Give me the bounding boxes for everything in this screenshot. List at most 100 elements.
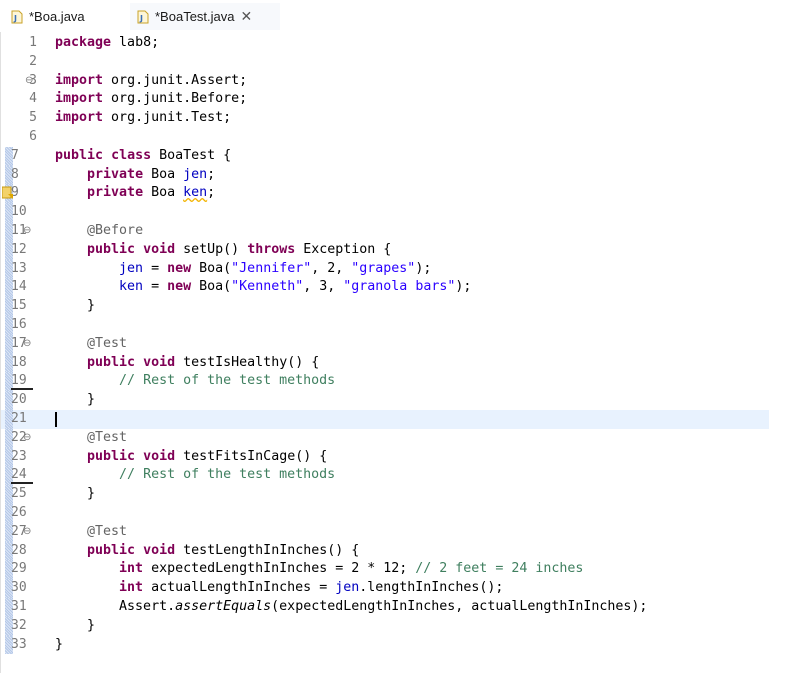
- code-line[interactable]: 9 private Boa ken;: [1, 184, 769, 204]
- code-token: ;: [207, 166, 216, 182]
- code-line[interactable]: 11 ⊖ @Before: [1, 222, 769, 241]
- close-icon[interactable]: ✕: [241, 9, 253, 25]
- code-line[interactable]: 19 // Rest of the test methods: [1, 372, 769, 392]
- code-text: }: [55, 297, 95, 316]
- code-token: );: [415, 260, 432, 276]
- collapse-icon[interactable]: ⊖: [23, 335, 31, 354]
- code-text: private Boa ken;: [55, 184, 215, 203]
- collapse-icon[interactable]: ⊖: [23, 523, 31, 542]
- code-line[interactable]: 22 ⊖ @Test: [1, 428, 769, 448]
- code-line[interactable]: 3 ⊖ import org.junit.Assert;: [1, 72, 769, 91]
- code-line[interactable]: 26: [1, 504, 769, 523]
- line-number: 16: [11, 317, 27, 332]
- collapse-icon[interactable]: ⊖: [25, 72, 33, 91]
- code-line[interactable]: 1 package lab8;: [1, 34, 769, 53]
- code-line[interactable]: 30 int actualLengthInInches = jen.length…: [1, 579, 769, 598]
- code-line[interactable]: 14 ken = new Boa("Kenneth", 3, "granola …: [1, 278, 769, 298]
- code-token: void: [143, 241, 176, 257]
- code-line[interactable]: 10: [1, 203, 769, 222]
- code-token: Boa: [143, 166, 184, 182]
- code-line[interactable]: 27 ⊖ @Test: [1, 522, 769, 542]
- code-line[interactable]: 31 Assert.assertEquals(expectedLengthInI…: [1, 598, 769, 617]
- code-token: ken: [183, 185, 208, 201]
- code-line[interactable]: 20 }: [1, 391, 769, 410]
- warning-marker-icon[interactable]: [1, 186, 14, 200]
- line-number: 2: [29, 53, 37, 69]
- code-text: public void testLengthInInches() {: [55, 542, 359, 561]
- line-number: 26: [11, 505, 27, 520]
- code-token: }: [55, 617, 96, 633]
- code-token: // Rest of the test methods: [119, 373, 336, 389]
- code-token: import: [55, 110, 104, 126]
- code-line[interactable]: 7 public class BoaTest {: [1, 146, 769, 166]
- code-token: setUp(): [175, 241, 248, 257]
- code-token: class: [111, 147, 152, 163]
- tab-boa-java[interactable]: J *Boa.java: [4, 3, 108, 30]
- line-number: 30: [11, 580, 27, 596]
- line-number: 7: [11, 147, 19, 163]
- code-token: (expectedLengthInInches, actualLengthInI…: [271, 599, 648, 614]
- code-token: , 3,: [303, 279, 344, 295]
- java-file-icon: J: [10, 10, 24, 24]
- code-line[interactable]: 2: [1, 53, 769, 72]
- line-number: 8: [11, 166, 19, 182]
- code-text: @Before: [55, 222, 143, 241]
- code-token: "Kenneth": [231, 279, 304, 295]
- editor-tab-bar: J *Boa.java J *BoaTest.java ✕: [0, 0, 810, 32]
- code-token: ;: [207, 185, 216, 201]
- line-number: 19: [11, 372, 33, 391]
- collapse-icon[interactable]: ⊖: [23, 222, 31, 241]
- code-editor[interactable]: 1 package lab8; 2 3 ⊖ import org.junit.Assert…: [0, 32, 801, 673]
- code-line[interactable]: 6: [1, 128, 769, 147]
- code-line[interactable]: 21: [1, 410, 769, 429]
- collapse-icon[interactable]: ⊖: [23, 429, 31, 448]
- code-token: assertEquals: [175, 599, 272, 614]
- code-text: @Test: [55, 335, 127, 354]
- code-line[interactable]: 12 public void setUp() throws Exception …: [1, 240, 769, 260]
- code-token: // 2 feet = 24 inches: [415, 561, 584, 577]
- code-text: jen = new Boa("Jennifer", 2, "grapes");: [55, 260, 431, 279]
- code-token: @Test: [87, 523, 128, 539]
- code-line[interactable]: 8 private Boa jen;: [1, 165, 769, 185]
- code-line[interactable]: 16: [1, 316, 769, 335]
- code-line[interactable]: 4 import org.junit.Before;: [1, 90, 769, 109]
- code-line[interactable]: 25 }: [1, 485, 769, 504]
- code-line[interactable]: 29 int expectedLengthInInches = 2 * 12; …: [1, 560, 769, 580]
- code-line[interactable]: 15 }: [1, 297, 769, 316]
- code-line[interactable]: 5 import org.junit.Test;: [1, 109, 769, 128]
- code-line[interactable]: 24 // Rest of the test methods: [1, 466, 769, 486]
- code-token: "Jennifer": [231, 260, 312, 276]
- code-token: import: [55, 72, 104, 88]
- code-token: jen: [119, 260, 144, 276]
- code-line[interactable]: 18 public void testIsHealthy() {: [1, 353, 769, 373]
- code-token: BoaTest {: [151, 147, 232, 163]
- tab-boatest-java[interactable]: J *BoaTest.java ✕: [130, 3, 280, 30]
- code-token: public: [87, 354, 136, 370]
- code-line[interactable]: 13 jen = new Boa("Jennifer", 2, "grapes"…: [1, 259, 769, 279]
- code-line[interactable]: 17 ⊖ @Test: [1, 334, 769, 354]
- code-token: private: [87, 185, 144, 201]
- code-line[interactable]: 33}: [1, 635, 769, 655]
- code-token: ken: [119, 279, 144, 295]
- code-token: import: [55, 91, 104, 107]
- code-text: ken = new Boa("Kenneth", 3, "granola bar…: [55, 278, 471, 297]
- code-token: public: [55, 147, 104, 163]
- line-number: 12: [11, 241, 27, 257]
- code-token: testFitsInCage() {: [175, 448, 328, 464]
- text-cursor: [55, 412, 57, 427]
- code-line[interactable]: 23 public void testFitsInCage() {: [1, 447, 769, 467]
- code-line[interactable]: 32 }: [1, 616, 769, 636]
- code-token: @Test: [87, 429, 128, 445]
- code-text: }: [55, 617, 95, 636]
- code-token: "granola bars": [343, 279, 456, 295]
- code-line[interactable]: 28 public void testLengthInInches() {: [1, 541, 769, 561]
